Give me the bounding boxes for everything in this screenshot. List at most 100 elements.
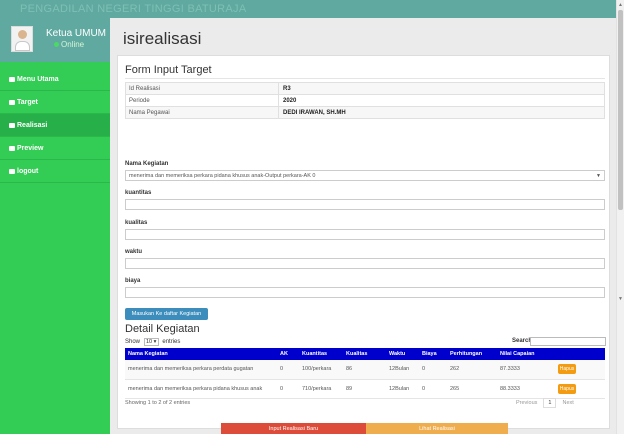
entries-select-value: 10: [145, 339, 153, 345]
avatar: [11, 26, 33, 52]
cell-nilai: 88.3333: [497, 379, 555, 399]
kualitas-label: kualitas: [125, 220, 148, 226]
realisasi-icon: [9, 122, 15, 128]
previous-button[interactable]: Previous: [516, 400, 537, 406]
table-info: Showing 1 to 2 of 2 entries: [125, 400, 191, 406]
detail-table: Nama Kegiatan AK Kuantitas Kualitas Wakt…: [125, 348, 605, 399]
cell-ak: 0: [277, 379, 299, 399]
table-header-row: Nama Kegiatan AK Kuantitas Kualitas Wakt…: [125, 348, 605, 360]
top-navbar: PENGADILAN NEGERI TINGGI BATURAJA: [0, 0, 616, 18]
brand-title[interactable]: PENGADILAN NEGERI TINGGI BATURAJA: [20, 3, 246, 15]
cell-waktu: 12Bulan: [386, 360, 419, 380]
column-header[interactable]: Perhitungan: [447, 348, 497, 360]
waktu-input[interactable]: [125, 258, 605, 269]
cell-waktu: 12Bulan: [386, 379, 419, 399]
entries-label: entries: [162, 339, 181, 345]
target-icon: [9, 99, 15, 105]
page-1-button[interactable]: 1: [543, 398, 557, 408]
chevron-down-icon: ▼: [596, 173, 601, 179]
cell-action: Hapus: [555, 379, 605, 399]
online-dot-icon: [54, 42, 59, 47]
kuantitas-input[interactable]: [125, 199, 605, 210]
nama-kegiatan-label: Nama Kegiatan: [125, 161, 169, 167]
form-panel: Form Input Target Id Realisasi R3 Period…: [117, 55, 610, 429]
cell-kualitas: 86: [343, 360, 386, 380]
cell-kuantitas: 710/perkara: [299, 379, 343, 399]
user-status-label: Online: [61, 40, 85, 49]
column-header[interactable]: Kuantitas: [299, 348, 343, 360]
column-header[interactable]: AK: [277, 348, 299, 360]
input-realisasi-baru-button[interactable]: Input Realisasi Baru: [221, 423, 366, 434]
hapus-button[interactable]: Hapus: [558, 383, 576, 394]
cell-nilai: 87.3333: [497, 360, 555, 380]
cell-ak: 0: [277, 360, 299, 380]
logout-icon: [9, 168, 15, 174]
lihat-realisasi-button[interactable]: Lihat Realisasi: [366, 423, 508, 434]
biaya-input[interactable]: [125, 287, 605, 298]
hapus-button[interactable]: Hapus: [558, 364, 576, 375]
info-row: Id Realisasi R3: [125, 82, 605, 95]
show-label: Show: [125, 339, 141, 345]
table-row: menerima dan memeriksa perkara pidana kh…: [125, 379, 605, 399]
sidebar-item-menu-utama[interactable]: Menu Utama: [0, 68, 110, 91]
page-scrollbar[interactable]: ▲ ▼: [616, 0, 624, 434]
info-row: Periode 2020: [125, 94, 605, 107]
nama-kegiatan-value: menerima dan memeriksa perkara pidana kh…: [129, 173, 316, 179]
detail-title: Detail Kegiatan: [125, 323, 200, 335]
column-header: [555, 348, 605, 360]
column-header[interactable]: Nama Kegiatan: [125, 348, 277, 360]
biaya-label: biaya: [125, 278, 141, 284]
avatar-body-icon: [15, 41, 30, 51]
column-header[interactable]: Waktu: [386, 348, 419, 360]
sidebar: Ketua UMUM Online Menu Utama Target Real…: [0, 18, 110, 434]
cell-kuantitas: 100/perkara: [299, 360, 343, 380]
sidebar-item-logout[interactable]: logout: [0, 160, 110, 183]
cell-kualitas: 89: [343, 379, 386, 399]
page-title: isirealisasi: [123, 29, 202, 48]
sidebar-item-label: Preview: [17, 144, 44, 152]
user-status: Online: [54, 40, 84, 49]
sidebar-item-preview[interactable]: Preview: [0, 137, 110, 160]
sidebar-menu: Menu Utama Target Realisasi Preview logo…: [0, 68, 110, 183]
info-row: Nama Pegawai DEDI IRAWAN, SH.MH: [125, 106, 605, 119]
form-divider: [125, 78, 605, 79]
cell-biaya: 0: [419, 379, 447, 399]
entries-select[interactable]: 10 ▾: [143, 338, 159, 346]
cell-biaya: 0: [419, 360, 447, 380]
info-value: 2020: [278, 94, 605, 107]
column-header[interactable]: Kualitas: [343, 348, 386, 360]
info-value: R3: [278, 82, 605, 95]
cell-nama: menerima dan memeriksa perkara pidana kh…: [125, 379, 277, 399]
scrollbar-thumb[interactable]: [618, 10, 623, 210]
info-value: DEDI IRAWAN, SH.MH: [278, 106, 605, 119]
main-content: isirealisasi Form Input Target Id Realis…: [110, 18, 616, 434]
scroll-down-icon[interactable]: ▼: [618, 296, 623, 302]
info-label: Id Realisasi: [125, 82, 279, 95]
table-row: menerima dan memeriksa perkara perdata g…: [125, 360, 605, 380]
cell-nama: menerima dan memeriksa perkara perdata g…: [125, 360, 277, 380]
pagination: Previous 1 Next: [516, 398, 574, 408]
preview-icon: [9, 145, 15, 151]
dashboard-icon: [9, 76, 15, 82]
sidebar-item-target[interactable]: Target: [0, 91, 110, 114]
search-input[interactable]: [530, 337, 606, 346]
scroll-up-icon[interactable]: ▲: [618, 2, 623, 8]
nama-kegiatan-select[interactable]: menerima dan memeriksa perkara pidana kh…: [125, 170, 605, 181]
show-entries: Show 10 ▾ entries: [125, 338, 180, 346]
avatar-head-icon: [18, 30, 27, 39]
user-name: Ketua UMUM: [46, 28, 107, 39]
sidebar-item-label: logout: [17, 167, 39, 175]
kuantitas-label: kuantitas: [125, 190, 152, 196]
masukan-kegiatan-button[interactable]: Masukan Ke daftar Kegiatan: [125, 308, 208, 320]
sidebar-item-label: Realisasi: [17, 121, 48, 129]
sidebar-item-realisasi[interactable]: Realisasi: [0, 114, 110, 137]
info-label: Periode: [125, 94, 279, 107]
kualitas-input[interactable]: [125, 229, 605, 240]
user-panel: Ketua UMUM Online: [0, 18, 110, 62]
next-button[interactable]: Next: [562, 400, 573, 406]
column-header[interactable]: Nilai Capaian: [497, 348, 555, 360]
column-header[interactable]: Biaya: [419, 348, 447, 360]
info-table: Id Realisasi R3 Periode 2020 Nama Pegawa…: [125, 82, 605, 119]
cell-perhitungan: 265: [447, 379, 497, 399]
sidebar-item-label: Target: [17, 98, 38, 106]
